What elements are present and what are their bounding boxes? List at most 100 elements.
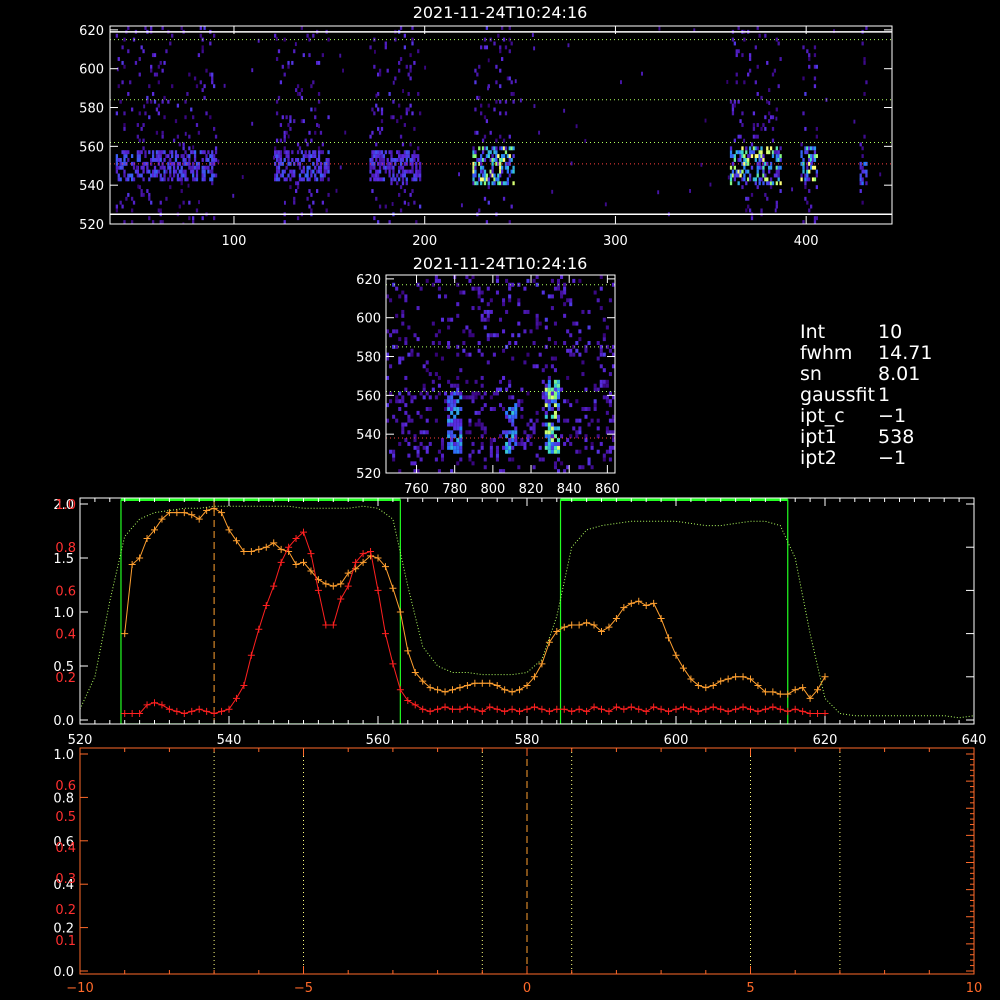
orange-point (642, 602, 650, 610)
noise-pixel (135, 165, 138, 170)
y-tick-label: 1.0 (53, 606, 74, 621)
noise-pixel (575, 124, 578, 129)
red-point (203, 707, 211, 715)
noise-pixel (379, 154, 382, 159)
x-tick-label: 620 (813, 733, 838, 748)
orange-point (769, 688, 777, 696)
red-point (314, 586, 322, 594)
fit-parameter-value: 538 (872, 426, 915, 448)
x-tick-label: 100 (222, 234, 247, 249)
green-window (120, 499, 401, 724)
red-point (322, 621, 330, 629)
orange-point (657, 614, 665, 622)
red-point (508, 705, 516, 713)
fit-parameter-key: fwhm (800, 342, 853, 364)
noise-pixel (168, 159, 171, 164)
red-point (583, 707, 591, 715)
red-point (598, 705, 605, 713)
noise-pixel (487, 58, 490, 63)
fit-parameter-row: ipt1 538 (800, 427, 932, 448)
red-point (337, 595, 345, 603)
red-point (173, 707, 181, 715)
x-tick-label: 0 (523, 981, 531, 996)
x-tick-label: 760 (404, 482, 429, 497)
x-tick-label: 820 (519, 482, 544, 497)
orange-point (583, 619, 591, 627)
profile-plot-area (80, 498, 974, 724)
red-y-tick-label: 0.8 (55, 541, 76, 556)
noise-pixel (791, 187, 794, 192)
noise-pixel (563, 108, 566, 113)
red-point (709, 703, 717, 711)
red-point (620, 705, 628, 713)
top-title: 2021-11-24T10:24:16 (413, 3, 588, 22)
red-point (344, 582, 352, 590)
top-pixels (115, 26, 882, 224)
red-point (747, 705, 754, 713)
red-point (605, 707, 613, 715)
red-point (307, 550, 315, 558)
orange-point (799, 684, 807, 692)
red-point (493, 705, 501, 713)
x-tick-label: 580 (515, 733, 540, 748)
red-point (188, 707, 196, 715)
zoom-pixels (386, 275, 615, 473)
noise-pixel (344, 130, 347, 135)
red-y-tick-label: 0.2 (55, 903, 76, 918)
noise-pixel (551, 189, 554, 194)
red-point (441, 703, 449, 711)
orange-point (210, 504, 218, 512)
orange-point (456, 684, 464, 692)
x-tick-label: 400 (794, 234, 819, 249)
orange-series-line (124, 507, 826, 700)
red-point (486, 703, 494, 711)
noise-pixel (709, 182, 712, 187)
orange-point (568, 621, 576, 629)
noise-pixel (294, 42, 297, 47)
x-tick-label: 560 (366, 733, 391, 748)
noise-pixel (604, 202, 607, 207)
noise-pixel (318, 124, 320, 129)
red-point (426, 707, 434, 715)
noise-pixel (726, 80, 729, 84)
red-point (128, 710, 136, 718)
red-point (516, 707, 524, 715)
noise-pixel (223, 83, 226, 88)
red-point (218, 707, 226, 715)
orange-point (508, 688, 516, 696)
orange-point (389, 584, 397, 592)
orange-point (232, 537, 240, 545)
noise-pixel (251, 68, 254, 73)
y-tick-label: 0.0 (53, 965, 74, 980)
fit-parameter-row: ipt_c −1 (800, 406, 932, 427)
orange-point (560, 623, 568, 631)
red-point (396, 686, 404, 694)
red-y-tick-label: 0.4 (55, 841, 76, 856)
red-point (650, 703, 658, 711)
figure-canvas: 2021-11-24T10:24:16100 200 300 400520540560… (53, 3, 986, 996)
red-point (151, 699, 158, 707)
noise-pixel (879, 172, 882, 177)
red-point (568, 707, 576, 715)
red-point (478, 707, 486, 715)
orange-point (545, 638, 553, 646)
emission-band (800, 45, 818, 224)
x-tick-label: 300 (603, 234, 628, 249)
orange-point (732, 673, 740, 681)
fit-parameter-value: 8.01 (872, 363, 921, 385)
profile-panel: 520 540 560 580 600 620 6400.00.51.01.52.00.20… (53, 497, 986, 748)
noise-pixel (116, 67, 119, 72)
y-tick-label: 0.0 (53, 714, 74, 729)
red-point (702, 705, 710, 713)
orange-point (344, 569, 352, 577)
red-point (799, 707, 807, 715)
emission-band (115, 26, 218, 224)
noise-pixel (184, 131, 187, 136)
noise-pixel (538, 130, 541, 135)
noise-pixel (620, 80, 622, 85)
noise-pixel (689, 189, 692, 193)
red-point (158, 701, 166, 709)
orange-point (262, 543, 270, 551)
x-tick-label: 10 (966, 981, 983, 996)
fit-parameter-key: ipt_c (800, 405, 845, 427)
